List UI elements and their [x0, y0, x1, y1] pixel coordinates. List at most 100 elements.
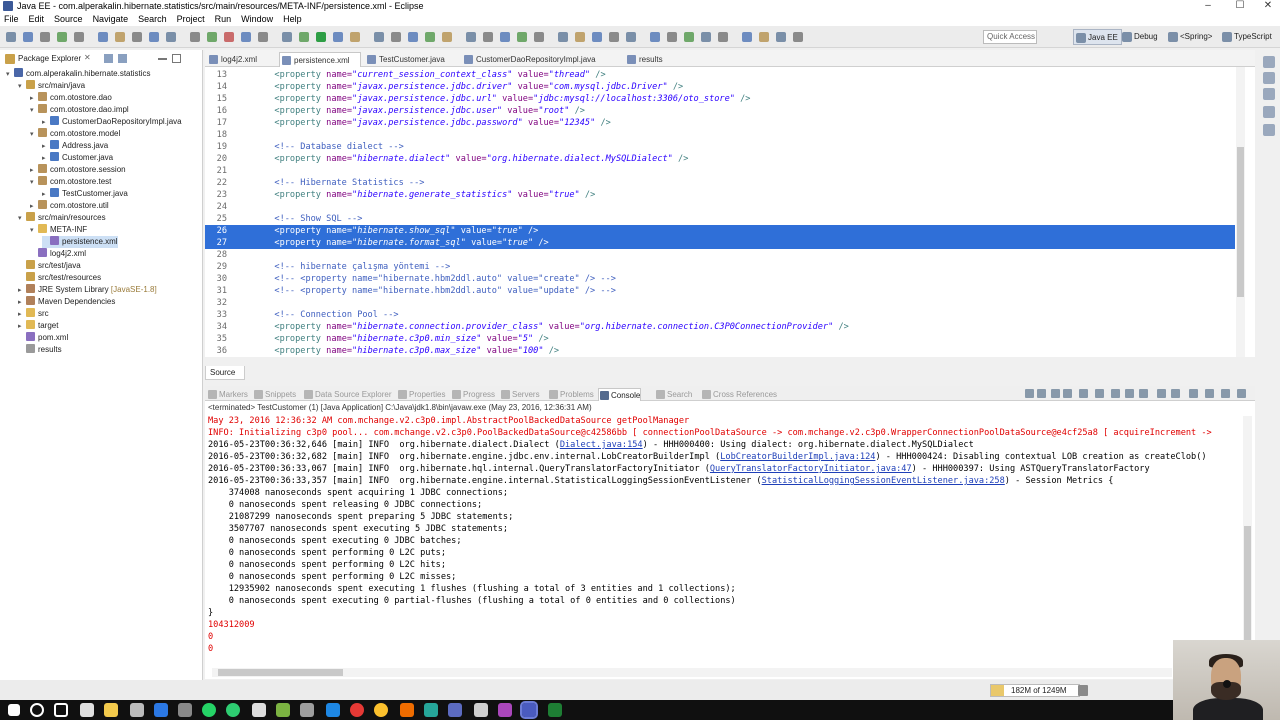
code-line[interactable]: 21 — [205, 165, 1235, 177]
menu-search[interactable]: Search — [138, 14, 167, 24]
toolbar-button-icon[interactable] — [166, 32, 176, 42]
tree-item[interactable]: src/test/resources — [18, 272, 101, 284]
code-line[interactable]: 18 — [205, 129, 1235, 141]
panel-tab[interactable]: Console — [598, 388, 642, 401]
toolbar-button-icon[interactable] — [316, 32, 326, 42]
toolbar-button-icon[interactable] — [759, 32, 769, 42]
quick-access-input[interactable]: Quick Access — [983, 30, 1037, 44]
tree-item[interactable]: ▾ src/main/resources — [18, 212, 106, 224]
taskbar-app-icon[interactable] — [400, 703, 414, 717]
toolbar-button-icon[interactable] — [558, 32, 568, 42]
toolbar-button-icon[interactable] — [333, 32, 343, 42]
code-line[interactable]: 28 — [205, 249, 1235, 261]
toolbar-button-icon[interactable] — [483, 32, 493, 42]
toolbar-button-icon[interactable] — [23, 32, 33, 42]
view-icon[interactable] — [1263, 124, 1275, 136]
tree-item[interactable]: pom.xml — [18, 332, 68, 344]
store-icon[interactable] — [130, 703, 144, 717]
tree-item[interactable]: ▾ com.otostore.model — [30, 128, 120, 140]
code-line[interactable]: 17 <property name="javax.persistence.jdb… — [205, 117, 1235, 129]
tree-item[interactable]: ▾ src/main/java — [18, 80, 85, 92]
task-view-icon[interactable] — [54, 703, 68, 717]
chevron-down-icon[interactable]: ▾ — [18, 81, 26, 93]
tree-item[interactable]: ▸ com.otostore.util — [30, 200, 109, 212]
menu-window[interactable]: Window — [241, 14, 273, 24]
menu-run[interactable]: Run — [215, 14, 232, 24]
taskbar-app-icon[interactable] — [80, 703, 94, 717]
perspective-java-ee[interactable]: Java EE — [1073, 29, 1122, 45]
toolbar-button-icon[interactable] — [592, 32, 602, 42]
toolbar-button-icon[interactable] — [374, 32, 384, 42]
console-toolbar-icon[interactable] — [1025, 389, 1034, 398]
menu-help[interactable]: Help — [283, 14, 302, 24]
whatsapp-icon[interactable] — [202, 703, 216, 717]
code-line[interactable]: 16 <property name="javax.persistence.jdb… — [205, 105, 1235, 117]
panel-tab[interactable]: Servers — [500, 388, 540, 401]
xml-editor[interactable]: 13 <property name="current_session_conte… — [205, 67, 1255, 357]
editor-tab[interactable]: TestCustomer.java — [365, 52, 458, 67]
toolbar-button-icon[interactable] — [190, 32, 200, 42]
taskbar-app-icon[interactable] — [252, 703, 266, 717]
console-view[interactable]: <terminated> TestCustomer (1) [Java Appl… — [205, 401, 1255, 679]
tree-item[interactable]: ▸ target — [18, 320, 58, 332]
console-toolbar-icon[interactable] — [1139, 389, 1148, 398]
toolbar-button-icon[interactable] — [132, 32, 142, 42]
heap-status[interactable]: 182M of 1249M — [990, 684, 1080, 697]
menu-navigate[interactable]: Navigate — [93, 14, 129, 24]
toolbar-button-icon[interactable] — [282, 32, 292, 42]
code-line[interactable]: 34 <property name="hibernate.connection.… — [205, 321, 1235, 333]
console-toolbar-icon[interactable] — [1125, 389, 1134, 398]
console-toolbar-icon[interactable] — [1079, 389, 1088, 398]
source-link[interactable]: Dialect.java:154 — [560, 440, 643, 450]
panel-tab[interactable]: Properties — [397, 388, 445, 401]
tree-item[interactable]: results — [18, 344, 62, 356]
chevron-down-icon[interactable]: ▾ — [30, 129, 38, 141]
opera-icon[interactable] — [350, 703, 364, 717]
toolbar-button-icon[interactable] — [776, 32, 786, 42]
editor-vertical-scrollbar[interactable] — [1236, 67, 1245, 357]
taskbar-app-icon[interactable] — [498, 703, 512, 717]
trash-icon[interactable] — [1078, 685, 1088, 696]
toolbar-button-icon[interactable] — [718, 32, 728, 42]
toolbar-button-icon[interactable] — [626, 32, 636, 42]
excel-icon[interactable] — [548, 703, 562, 717]
toolbar-button-icon[interactable] — [224, 32, 234, 42]
menu-edit[interactable]: Edit — [29, 14, 45, 24]
console-toolbar-icon[interactable] — [1063, 389, 1072, 398]
console-toolbar-icon[interactable] — [1095, 389, 1104, 398]
toolbar-button-icon[interactable] — [701, 32, 711, 42]
toolbar-button-icon[interactable] — [534, 32, 544, 42]
console-toolbar-icon[interactable] — [1189, 389, 1198, 398]
code-line[interactable]: 27 <property name="hibernate.format_sql"… — [205, 237, 1235, 249]
toolbar-button-icon[interactable] — [149, 32, 159, 42]
package-explorer-tab[interactable]: Package Explorer — [2, 52, 81, 66]
tree-item[interactable]: ▸ TestCustomer.java — [42, 188, 128, 200]
close-icon[interactable]: ✕ — [84, 53, 91, 62]
taskbar-app-icon[interactable] — [300, 703, 314, 717]
code-line[interactable]: 30 <!-- <property name="hibernate.hbm2dd… — [205, 273, 1235, 285]
code-line[interactable]: 23 <property name="hibernate.generate_st… — [205, 189, 1235, 201]
toolbar-button-icon[interactable] — [517, 32, 527, 42]
toolbar-button-icon[interactable] — [391, 32, 401, 42]
console-vertical-scrollbar[interactable] — [1243, 416, 1252, 666]
code-line[interactable]: 29 <!-- hibernate çalışma yöntemi --> — [205, 261, 1235, 273]
toolbar-button-icon[interactable] — [350, 32, 360, 42]
menu-file[interactable]: File — [4, 14, 19, 24]
minimize-view-icon[interactable] — [158, 58, 167, 60]
tree-item[interactable]: ▸ CustomerDaoRepositoryImpl.java — [42, 116, 182, 128]
code-line[interactable]: 13 <property name="current_session_conte… — [205, 69, 1235, 81]
tree-item[interactable]: ▸ com.otostore.session — [30, 164, 126, 176]
toolbar-button-icon[interactable] — [408, 32, 418, 42]
panel-tab[interactable]: Problems — [548, 388, 594, 401]
toolbar-button-icon[interactable] — [98, 32, 108, 42]
panel-tab[interactable]: Markers — [207, 388, 248, 401]
chevron-down-icon[interactable]: ▾ — [6, 69, 14, 81]
editor-tab[interactable]: log4j2.xml — [207, 52, 275, 67]
toolbar-button-icon[interactable] — [207, 32, 217, 42]
toolbar-button-icon[interactable] — [74, 32, 84, 42]
toolbar-button-icon[interactable] — [667, 32, 677, 42]
minimize-button[interactable]: – — [1190, 0, 1226, 12]
toolbar-button-icon[interactable] — [793, 32, 803, 42]
collapse-all-icon[interactable] — [104, 54, 113, 63]
taskbar-app-icon[interactable] — [226, 703, 240, 717]
